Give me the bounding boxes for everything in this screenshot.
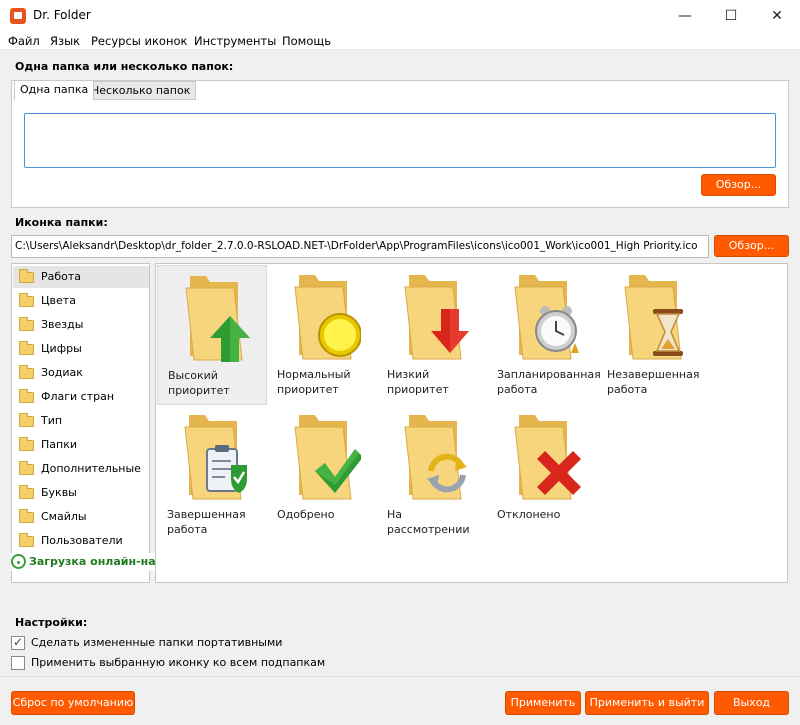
browse-icon-button[interactable]: Обзор... — [714, 235, 789, 257]
exit-button[interactable]: Выход — [714, 691, 789, 715]
category-item[interactable]: Работа — [13, 266, 149, 288]
icon-label: Нормальный приоритет — [277, 368, 351, 396]
icon-label: Отклонено — [497, 508, 561, 521]
portable-folders-checkbox[interactable] — [11, 635, 25, 650]
icon-label: Незавершенная работа — [607, 368, 700, 396]
category-list: Работа Цвета Звезды Цифры Зодиак Флаги с… — [11, 263, 150, 583]
icon-completed-work[interactable]: Завершенная работа — [157, 405, 267, 545]
app-icon — [10, 8, 26, 24]
icon-high-priority[interactable]: Высокий приоритет — [157, 265, 267, 405]
icon-section-label: Иконка папки: — [15, 216, 108, 229]
category-item[interactable]: Смайлы — [13, 506, 149, 528]
menu-language[interactable]: Язык — [50, 34, 80, 48]
category-item[interactable]: Папки — [13, 434, 149, 456]
folder-icon — [19, 317, 34, 331]
close-button[interactable]: ✕ — [754, 0, 800, 32]
icon-scheduled-work[interactable]: Запланированная работа — [487, 265, 601, 405]
portable-folders-label: Сделать измененные папки портативными — [31, 636, 283, 649]
icon-label: Завершенная работа — [167, 508, 246, 536]
settings-label: Настройки: — [15, 616, 88, 629]
folder-icon — [19, 389, 34, 403]
maximize-button[interactable]: ☐ — [708, 0, 754, 32]
category-item[interactable]: Цвета — [13, 290, 149, 312]
folder-icon — [19, 509, 34, 523]
folder-icon — [184, 415, 247, 500]
folder-icon — [19, 437, 34, 451]
category-item[interactable]: Тип — [13, 410, 149, 432]
icon-low-priority[interactable]: Низкий приоритет — [377, 265, 487, 405]
alarm-clock-icon — [535, 306, 579, 353]
divider — [0, 676, 800, 677]
menu-icon-resources[interactable]: Ресурсы иконок — [91, 34, 187, 48]
icon-unfinished-work[interactable]: Незавершенная работа — [597, 265, 707, 405]
menu-help[interactable]: Помощь — [282, 34, 331, 48]
folder-icon — [19, 269, 34, 283]
folder-icon — [294, 275, 361, 360]
tab-single-folder[interactable]: Одна папка — [14, 80, 95, 101]
icon-path-field[interactable]: C:\Users\Aleksandr\Desktop\dr_folder_2.7… — [11, 235, 709, 258]
menu-file[interactable]: Файл — [8, 34, 40, 48]
folder-icon — [19, 461, 34, 475]
icons-panel: Высокий приоритет Нормальный приоритет Н… — [155, 263, 788, 583]
folder-icon — [19, 413, 34, 427]
icon-under-review[interactable]: На рассмотрении — [377, 405, 487, 545]
folder-icon — [294, 415, 361, 500]
icon-label: Запланированная работа — [497, 368, 601, 396]
window-title: Dr. Folder — [33, 8, 91, 22]
folder-icon — [185, 276, 250, 362]
category-item[interactable]: Зодиак — [13, 362, 149, 384]
category-item[interactable]: Буквы — [13, 482, 149, 504]
folder-icon — [19, 533, 34, 547]
apply-button[interactable]: Применить — [505, 691, 581, 715]
folder-icon — [404, 415, 467, 500]
browse-folders-button[interactable]: Обзор... — [701, 174, 776, 196]
category-item[interactable]: Звезды — [13, 314, 149, 336]
folder-icon — [624, 275, 683, 360]
download-icon — [11, 554, 26, 569]
minimize-button[interactable]: — — [662, 0, 708, 32]
clipboard-check-icon — [206, 445, 247, 493]
folder-icon — [19, 341, 34, 355]
category-item[interactable]: Пользователи — [13, 530, 149, 552]
folder-icon — [514, 415, 581, 500]
apply-subfolders-checkbox[interactable] — [11, 656, 25, 670]
reset-defaults-button[interactable]: Сброс по умолчанию — [11, 691, 135, 715]
apply-subfolders-label: Применить выбранную иконку ко всем подпа… — [31, 656, 326, 669]
category-item[interactable]: Цифры — [13, 338, 149, 360]
menu-tools[interactable]: Инструменты — [194, 34, 276, 48]
category-item[interactable]: Флаги стран — [13, 386, 149, 408]
folder-icon — [19, 485, 34, 499]
icon-label: Низкий приоритет — [387, 368, 449, 396]
title-bar: Dr. Folder — ☐ ✕ — [0, 0, 800, 32]
circle-icon — [318, 313, 361, 357]
folder-icon — [404, 275, 469, 360]
folder-icon — [514, 275, 579, 360]
category-item[interactable]: Дополнительные — [13, 458, 149, 480]
folder-icon — [19, 293, 34, 307]
menu-bar: Файл Язык Ресурсы иконок Инструменты Пом… — [0, 32, 800, 50]
icon-normal-priority[interactable]: Нормальный приоритет — [267, 265, 377, 405]
icon-rejected[interactable]: Отклонено — [487, 405, 597, 545]
tab-multiple-folders[interactable]: Несколько папок — [85, 81, 197, 100]
icon-label: На рассмотрении — [387, 508, 470, 536]
folders-section-label: Одна папка или несколько папок: — [15, 60, 234, 73]
apply-and-exit-button[interactable]: Применить и выйти — [585, 691, 709, 715]
icon-label: Одобрено — [277, 508, 335, 521]
icon-approved[interactable]: Одобрено — [267, 405, 377, 545]
folders-input[interactable] — [24, 113, 776, 168]
folder-icon — [19, 365, 34, 379]
icon-label: Высокий приоритет — [168, 369, 230, 397]
